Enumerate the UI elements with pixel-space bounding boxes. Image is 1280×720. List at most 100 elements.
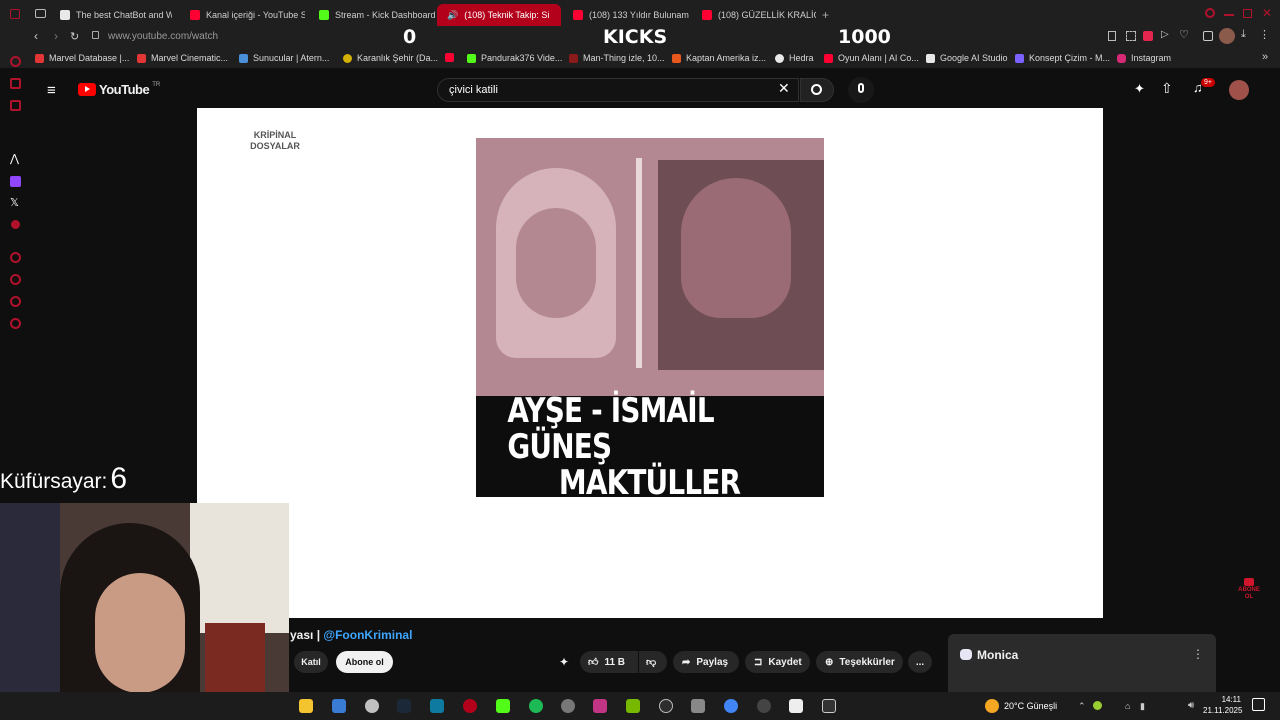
file-explorer-icon[interactable]	[332, 699, 346, 713]
extension-icon[interactable]	[1143, 31, 1153, 41]
app-icon[interactable]	[365, 699, 379, 713]
bookmark-kaptan-amerika[interactable]: Kaptan Amerika iz...	[672, 53, 766, 63]
tray-app-icon[interactable]	[1093, 701, 1102, 710]
thumbs-up-icon: 👍︎	[588, 657, 599, 668]
instagram-icon[interactable]	[593, 699, 607, 713]
sidebar-red-icon[interactable]	[11, 220, 20, 229]
url-field[interactable]: www.youtube.com/watch	[108, 31, 218, 42]
sidebar-chat-icon[interactable]	[10, 78, 21, 89]
subscribe-button[interactable]: Abone ol	[336, 651, 393, 673]
app-icon[interactable]	[822, 699, 836, 713]
app-icon[interactable]	[659, 699, 673, 713]
tab-list-icon[interactable]	[35, 9, 46, 18]
clock-date[interactable]: 21.11.2025	[1203, 706, 1242, 715]
tab-chatbot[interactable]: The best ChatBot and Wi	[50, 4, 172, 26]
opera-gx-icon[interactable]	[463, 699, 477, 713]
twitch-icon[interactable]	[10, 176, 21, 187]
upload-icon[interactable]: ⇧	[1161, 80, 1173, 97]
screenshot-icon[interactable]	[1126, 31, 1136, 41]
account-avatar[interactable]	[1229, 80, 1249, 100]
history-icon[interactable]	[10, 274, 21, 285]
youtube-logo[interactable]: YouTube TR	[78, 82, 160, 97]
network-icon[interactable]: ⌂	[1125, 701, 1130, 711]
voice-search-button[interactable]	[848, 77, 874, 103]
bookmark-karanlik-sehir[interactable]: Karanlık Şehir (Da...	[343, 53, 438, 63]
start-icon[interactable]	[299, 699, 313, 713]
kick-icon[interactable]	[496, 699, 510, 713]
tab-teknik-takip[interactable]: 🔊 (108) Teknik Takip: Si	[437, 4, 561, 26]
bookmark-aternos[interactable]: Sunucular | Atern...	[239, 53, 329, 63]
streamer-face	[95, 573, 185, 693]
bookmark-pandurak[interactable]: Pandurak376 Vide...	[467, 53, 562, 63]
app-icon[interactable]	[561, 699, 575, 713]
new-tab-button[interactable]: +	[822, 8, 829, 22]
browser-extension-icon[interactable]: ✦	[1134, 81, 1145, 97]
search-button[interactable]	[800, 78, 834, 102]
sidebar-ai-icon[interactable]: ⋀	[10, 152, 19, 165]
clear-search-icon[interactable]: ✕	[778, 80, 790, 97]
share-button[interactable]: ➦ Paylaş	[673, 651, 739, 673]
volume-icon[interactable]: 🔊︎	[1188, 700, 1194, 711]
ai-extension-icon[interactable]: ✦	[559, 655, 569, 669]
join-button[interactable]: Katıl	[294, 651, 328, 673]
close-window-icon[interactable]: ✕	[1262, 6, 1272, 20]
minimize-icon[interactable]	[1224, 14, 1234, 16]
chrome-icon[interactable]	[724, 699, 738, 713]
reload-icon[interactable]: ↻	[70, 30, 79, 43]
steam-icon[interactable]	[397, 699, 411, 713]
bookmark-hedra[interactable]: Hedra	[775, 53, 814, 63]
menu-icon[interactable]: ⋮	[1259, 28, 1270, 41]
search-tabs-icon[interactable]	[1205, 8, 1215, 18]
sidebar-play-icon[interactable]	[10, 252, 21, 263]
sidebar-app-icon[interactable]	[10, 56, 21, 67]
bookmark-google-ai-studio[interactable]: Google AI Studio	[926, 53, 1008, 63]
workspaces-icon[interactable]	[10, 9, 20, 19]
profile-avatar[interactable]	[1219, 28, 1235, 44]
bookmark-youtube[interactable]	[445, 53, 459, 62]
app-icon[interactable]	[757, 699, 771, 713]
heart-icon[interactable]: ♡	[1179, 28, 1189, 41]
tab-guzellik-kralice[interactable]: (108) GÜZELLİK KRALİÇE	[692, 4, 816, 26]
tab-youtube-studio[interactable]: Kanal içeriği - YouTube S	[180, 4, 305, 26]
x-twitter-icon[interactable]: 𝕏	[10, 196, 19, 209]
back-icon[interactable]: ‹	[34, 29, 38, 43]
like-button[interactable]: 👍︎ 11 B	[580, 651, 638, 673]
microphone-tray-icon[interactable]: ▮	[1140, 701, 1145, 712]
bookmark-oyun-alani[interactable]: Oyun Alanı | AI Co...	[824, 53, 919, 63]
bookmark-man-thing[interactable]: Man-Thing izle, 10...	[569, 53, 665, 63]
sidebar-extension-icon[interactable]	[10, 296, 21, 307]
forward-icon[interactable]: ›	[54, 29, 58, 43]
weather-text[interactable]: 20°C Güneşli	[1004, 701, 1057, 711]
more-bookmarks-icon[interactable]: »	[1262, 51, 1268, 63]
tab-kick-dashboard[interactable]: Stream - Kick Dashboard	[309, 4, 435, 26]
hamburger-menu-icon[interactable]: ≡	[47, 82, 56, 99]
tab-133-yildir[interactable]: (108) 133 Yıldır Bulunama	[563, 4, 689, 26]
save-button[interactable]: ⊐ Kaydet	[745, 651, 810, 673]
app-icon[interactable]	[789, 699, 803, 713]
settings-icon[interactable]	[10, 318, 21, 329]
bookmark-marvel-cinematic[interactable]: Marvel Cinematic...	[137, 53, 228, 63]
maximize-icon[interactable]	[1243, 9, 1252, 18]
clock-time[interactable]: 14:11	[1205, 695, 1241, 704]
channel-link[interactable]: @FoonKriminal	[323, 628, 412, 642]
bookmark-page-icon[interactable]	[1108, 31, 1116, 41]
app-icon[interactable]	[430, 699, 444, 713]
extensions-puzzle-icon[interactable]	[1203, 31, 1213, 41]
thanks-button[interactable]: ⊕ Teşekkürler	[816, 651, 903, 673]
bookmark-instagram[interactable]: Instagram	[1117, 53, 1171, 63]
play-icon[interactable]: ▷	[1161, 29, 1169, 40]
subscribe-overlay-button[interactable]: ABONE OL	[1236, 578, 1262, 600]
bookmark-konsept-cizim[interactable]: Konsept Çizim - M...	[1015, 53, 1110, 63]
tray-overflow-icon[interactable]: ⌃	[1078, 701, 1086, 712]
spotify-icon[interactable]	[529, 699, 543, 713]
download-icon[interactable]: ⤓	[1241, 28, 1246, 41]
bookmark-label: Oyun Alanı | AI Co...	[838, 53, 919, 63]
dislike-button[interactable]: 👎︎	[639, 651, 667, 673]
nvidia-icon[interactable]	[626, 699, 640, 713]
app-icon[interactable]	[691, 699, 705, 713]
notification-center-icon[interactable]	[1252, 698, 1265, 711]
more-actions-button[interactable]: ...	[908, 651, 932, 673]
sidebar-notes-icon[interactable]	[10, 100, 21, 111]
monica-menu-icon[interactable]: ⋮	[1192, 647, 1204, 661]
bookmark-marvel-database[interactable]: Marvel Database |...	[35, 53, 129, 63]
